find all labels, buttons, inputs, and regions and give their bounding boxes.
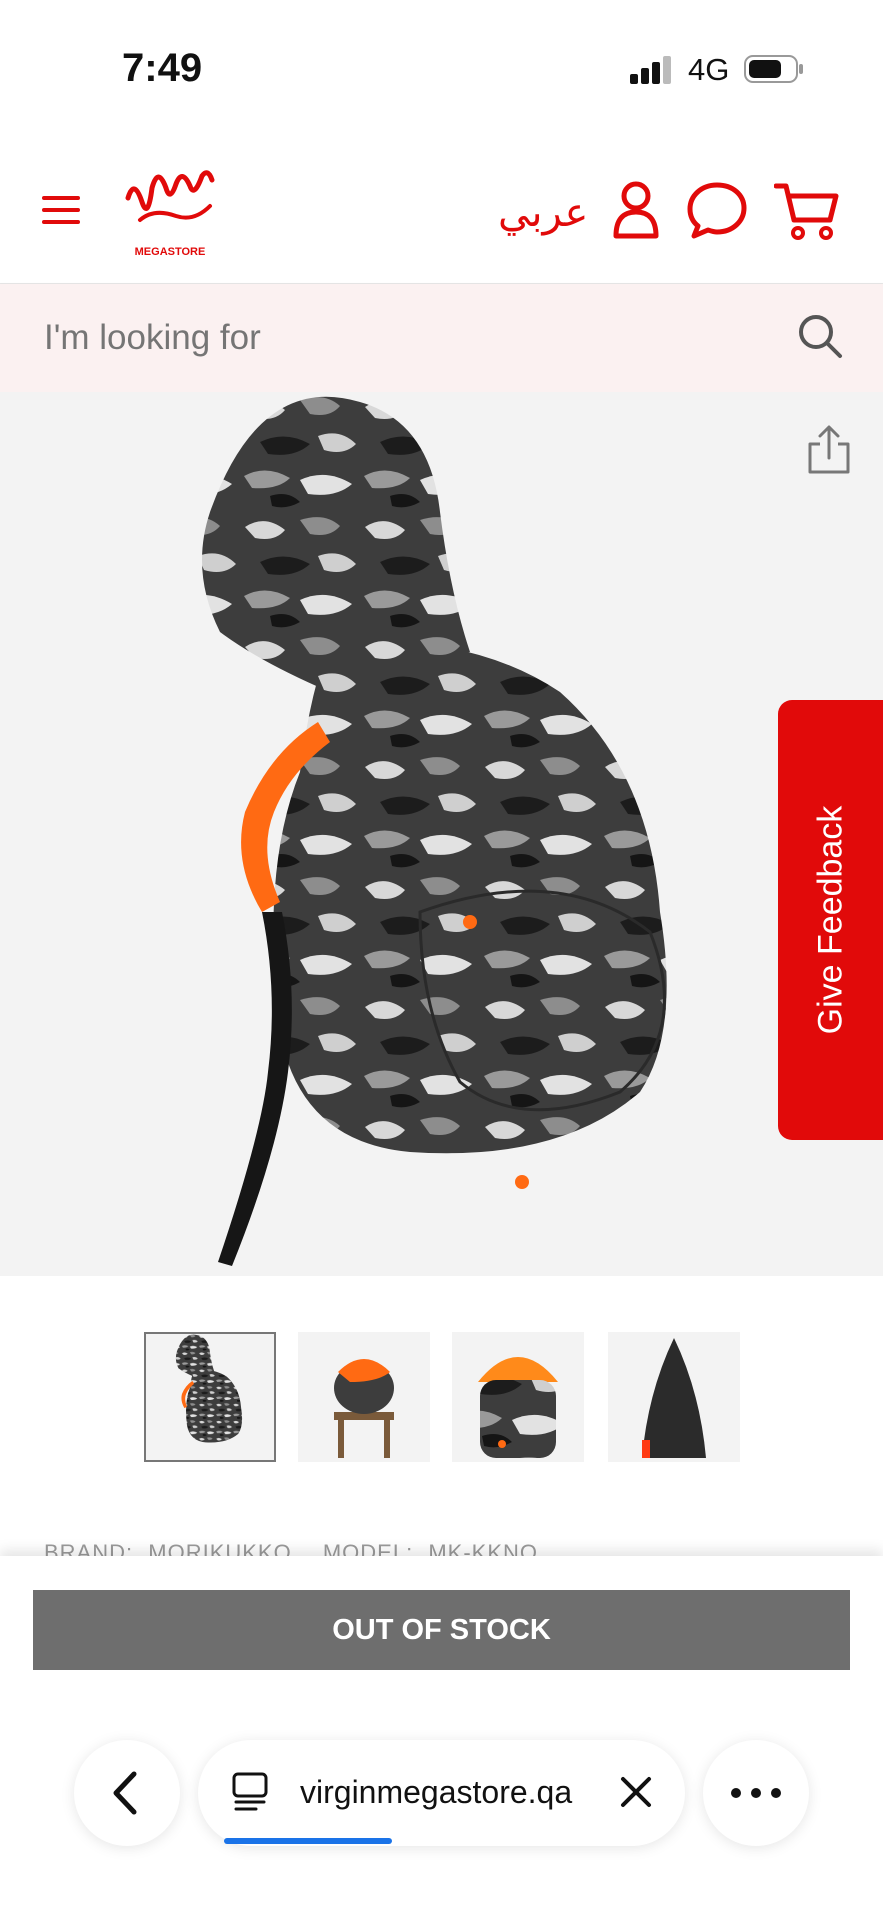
thumbnail-image bbox=[478, 1357, 558, 1458]
battery-icon bbox=[744, 55, 803, 83]
out-of-stock-button[interactable]: OUT OF STOCK bbox=[33, 1590, 850, 1670]
cart-icon[interactable] bbox=[774, 180, 840, 242]
language-switch-link[interactable]: عربي bbox=[498, 190, 588, 236]
give-feedback-tab[interactable]: Give Feedback bbox=[778, 700, 883, 1140]
gallery-thumbnail-4[interactable] bbox=[608, 1332, 740, 1462]
gallery-thumbnail-1[interactable] bbox=[144, 1332, 276, 1462]
more-dots-icon bbox=[731, 1788, 781, 1798]
browser-more-button[interactable] bbox=[703, 1740, 809, 1846]
signal-icon bbox=[630, 56, 671, 84]
thumbnail-image bbox=[334, 1359, 394, 1458]
chat-icon[interactable] bbox=[686, 180, 748, 240]
share-icon[interactable] bbox=[806, 424, 852, 476]
chevron-left-icon bbox=[113, 1771, 137, 1815]
give-feedback-label: Give Feedback bbox=[811, 805, 849, 1035]
product-image-gallery[interactable] bbox=[0, 392, 883, 1276]
thumbnail-image bbox=[175, 1334, 243, 1443]
search-icon[interactable] bbox=[796, 312, 844, 360]
browser-url-text[interactable]: virginmegastore.qa bbox=[300, 1774, 572, 1811]
page-load-progress bbox=[224, 1838, 392, 1844]
search-input[interactable] bbox=[44, 318, 684, 358]
hamburger-menu-icon[interactable] bbox=[40, 190, 84, 230]
network-type: 4G bbox=[688, 52, 730, 87]
status-time: 7:49 bbox=[122, 46, 203, 90]
tabs-icon[interactable] bbox=[232, 1772, 268, 1812]
gallery-thumbnail-3[interactable] bbox=[452, 1332, 584, 1462]
close-icon[interactable] bbox=[618, 1774, 654, 1810]
svg-text:MEGASTORE: MEGASTORE bbox=[135, 246, 206, 258]
gallery-thumbnail-2[interactable] bbox=[298, 1332, 430, 1462]
virgin-megastore-logo[interactable]: MEGASTORE bbox=[120, 158, 220, 262]
product-image bbox=[202, 396, 667, 1266]
thumbnail-image bbox=[642, 1338, 706, 1458]
account-icon[interactable] bbox=[612, 180, 660, 240]
browser-back-button[interactable] bbox=[74, 1740, 180, 1846]
